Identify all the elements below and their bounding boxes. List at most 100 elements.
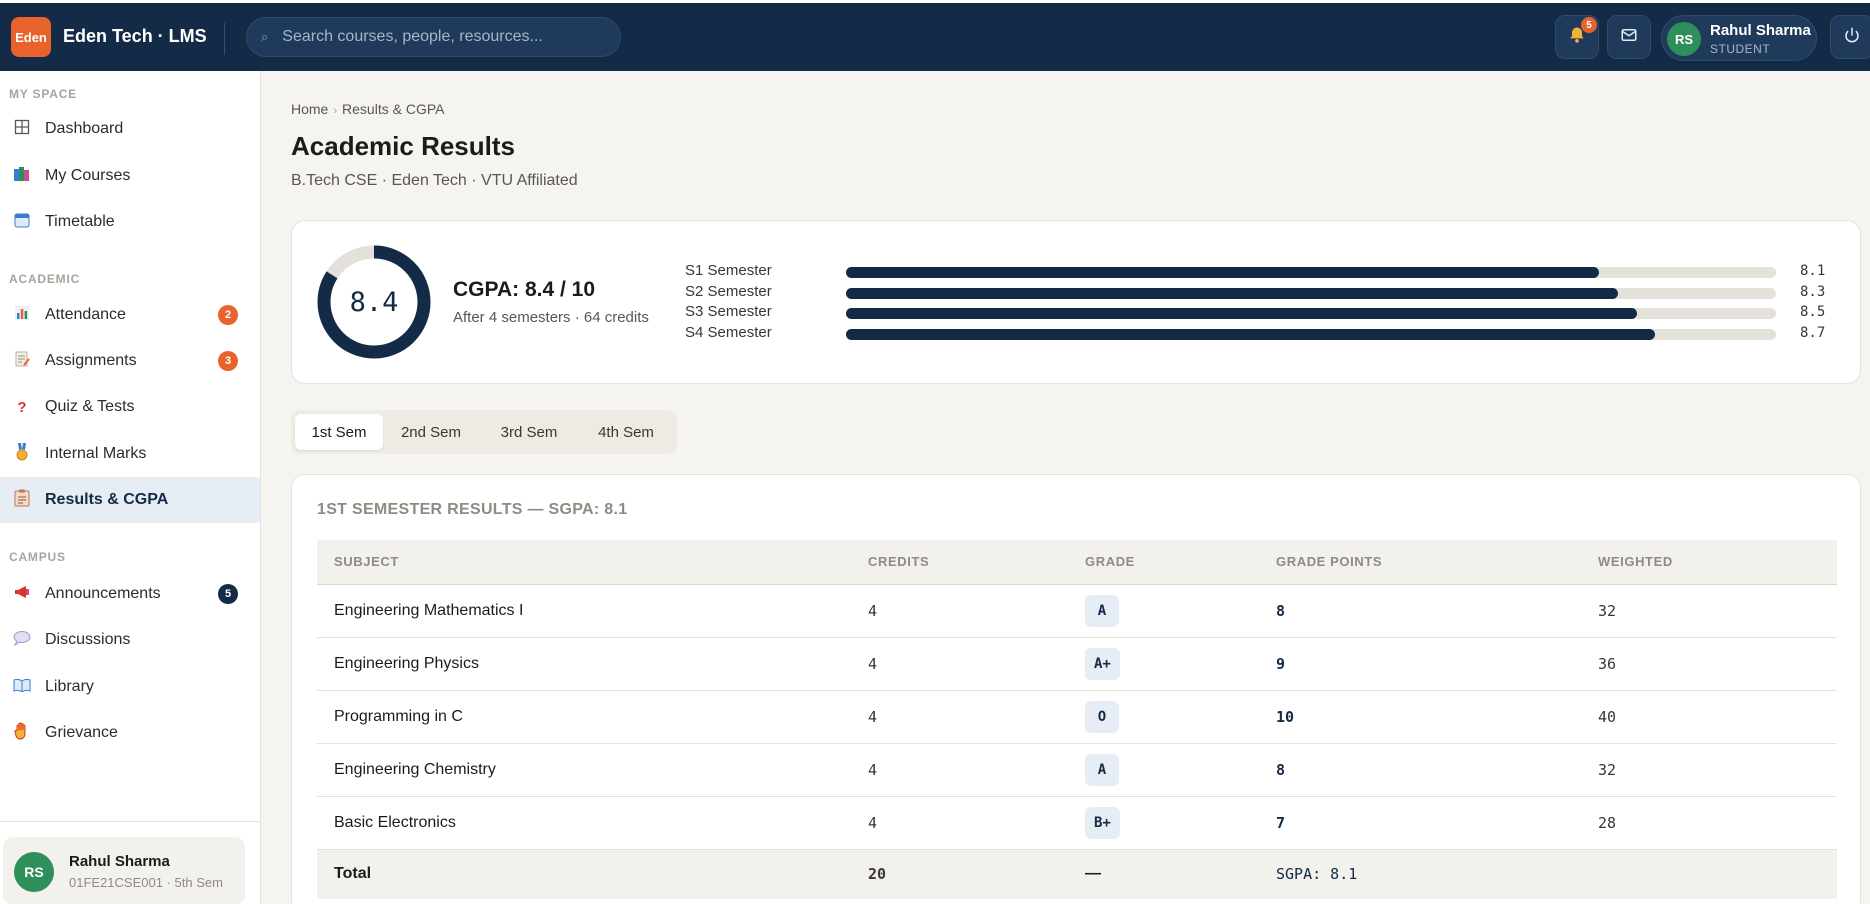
app-title: Eden Tech · LMS (63, 26, 207, 46)
credits-cell: 4 (868, 796, 1085, 850)
sidebar-item-quiz-tests[interactable]: ? Quiz & Tests (0, 384, 260, 430)
sidebar-item-discussions[interactable]: Discussions (0, 617, 260, 663)
sidebar-item-assignments[interactable]: Assignments 3 (0, 338, 260, 384)
credits-cell: 4 (868, 637, 1085, 691)
table-row: Engineering Physics 4 A+ 9 36 (317, 637, 1837, 691)
sidebar-item-label: Announcements (45, 585, 161, 602)
open-book-icon (12, 678, 32, 696)
grade-points-cell: 10 (1276, 690, 1598, 744)
sidebar-item-grievance[interactable]: Grievance (0, 710, 260, 756)
semester-progress-fill (846, 308, 1637, 319)
semester-value: 8.5 (1800, 304, 1826, 320)
speech-bubble-icon (12, 630, 32, 650)
column-header-credits: CREDITS (868, 540, 1085, 585)
avatar: RS (14, 852, 54, 892)
sidebar-item-dashboard[interactable]: Dashboard (0, 106, 260, 152)
cgpa-ring-value: 8.4 (349, 286, 399, 318)
weighted-cell: 28 (1598, 796, 1837, 850)
weighted-cell: 40 (1598, 690, 1837, 744)
medal-icon (12, 443, 32, 465)
grade-cell: A (1085, 584, 1276, 638)
breadcrumb-home[interactable]: Home (291, 101, 328, 117)
search-input[interactable] (282, 28, 583, 46)
grade-badge: A+ (1085, 647, 1120, 680)
total-weighted-cell (1598, 849, 1837, 899)
grade-points-cell: 8 (1276, 743, 1598, 797)
notification-count-badge: 5 (1581, 17, 1597, 33)
grade-badge: O (1085, 700, 1119, 733)
sidebar-item-results-cgpa[interactable]: Results & CGPA (0, 477, 260, 523)
notifications-button[interactable]: 5 (1555, 15, 1599, 59)
semester-label: S2 Semester (685, 283, 772, 300)
grade-badge: A (1085, 594, 1119, 627)
column-header-subject: SUBJECT (317, 540, 868, 585)
grade-cell: A (1085, 743, 1276, 797)
tab-2nd-sem[interactable]: 2nd Sem (387, 414, 475, 450)
credits-cell: 4 (868, 690, 1085, 744)
announcements-count-badge: 5 (218, 584, 238, 604)
results-table: SUBJECT CREDITS GRADE GRADE POINTS WEIGH… (317, 540, 1837, 899)
search-bar[interactable]: ⌕ (246, 17, 621, 57)
semester-label: S4 Semester (685, 324, 772, 341)
tab-4th-sem[interactable]: 4th Sem (581, 414, 671, 450)
megaphone-icon (12, 584, 32, 604)
grade-cell: B+ (1085, 796, 1276, 850)
sidebar-item-library[interactable]: Library (0, 664, 260, 710)
sidebar-item-announcements[interactable]: Announcements 5 (0, 571, 260, 617)
sidebar: MY SPACE Dashboard My Courses Timetable … (0, 71, 261, 904)
avatar: RS (1667, 22, 1701, 56)
subject-cell: Engineering Physics (317, 637, 868, 691)
sidebar-item-label: Dashboard (45, 120, 124, 137)
total-sgpa-cell: SGPA: 8.1 (1276, 849, 1598, 899)
semester-progress-track (846, 308, 1776, 319)
results-card: 1ST SEMESTER RESULTS — SGPA: 8.1 SUBJECT… (291, 474, 1861, 904)
sidebar-item-label: Library (45, 678, 94, 695)
column-header-grade-points: GRADE POINTS (1276, 540, 1598, 585)
page-title: Academic Results (291, 131, 515, 161)
sidebar-section-academic: ACADEMIC (9, 272, 81, 286)
profile-name: Rahul Sharma (69, 853, 170, 870)
breadcrumb: Home › Results & CGPA (291, 101, 444, 117)
semester-progress-track (846, 329, 1776, 340)
sidebar-item-label: Assignments (45, 352, 137, 369)
credits-cell: 4 (868, 743, 1085, 797)
books-icon (12, 166, 32, 186)
semester-progress-track (846, 267, 1776, 278)
total-credits-cell: 20 (868, 849, 1085, 899)
messages-button[interactable] (1607, 15, 1651, 59)
semester-value: 8.3 (1800, 284, 1826, 300)
tab-3rd-sem[interactable]: 3rd Sem (485, 414, 573, 450)
semester-progress-fill (846, 288, 1618, 299)
subject-cell: Engineering Mathematics I (317, 584, 868, 638)
semester-progress-row: S1 Semester 8.1 (685, 262, 1835, 282)
profile-card[interactable]: RS Rahul Sharma 01FE21CSE001 · 5th Sem (3, 837, 245, 904)
assignments-count-badge: 3 (218, 351, 238, 371)
app-logo[interactable]: Eden (11, 17, 51, 57)
table-header-row: SUBJECT CREDITS GRADE GRADE POINTS WEIGH… (317, 540, 1837, 585)
credits-cell: 4 (868, 584, 1085, 638)
sidebar-item-my-courses[interactable]: My Courses (0, 153, 260, 199)
sidebar-item-label: Internal Marks (45, 445, 147, 462)
user-name: Rahul Sharma (1710, 22, 1811, 39)
sidebar-item-internal-marks[interactable]: Internal Marks (0, 431, 260, 477)
tab-1st-sem[interactable]: 1st Sem (295, 414, 383, 450)
bar-chart-icon (12, 305, 32, 325)
sidebar-item-timetable[interactable]: Timetable (0, 199, 260, 245)
clipboard-icon (12, 489, 32, 511)
logout-button[interactable] (1830, 15, 1870, 59)
sidebar-section-campus: CAMPUS (9, 550, 66, 564)
sidebar-item-attendance[interactable]: Attendance 2 (0, 292, 260, 338)
sidebar-section-my-space: MY SPACE (9, 87, 77, 101)
grid-icon (12, 119, 32, 139)
grade-cell: A+ (1085, 637, 1276, 691)
user-menu[interactable]: RS Rahul Sharma STUDENT (1661, 15, 1817, 61)
column-header-grade: GRADE (1085, 540, 1276, 585)
grade-points-cell: 9 (1276, 637, 1598, 691)
divider (224, 23, 225, 55)
sidebar-item-label: Results & CGPA (45, 491, 169, 508)
table-row: Programming in C 4 O 10 40 (317, 690, 1837, 744)
question-icon: ? (17, 398, 27, 416)
table-row: Engineering Chemistry 4 A 8 32 (317, 743, 1837, 797)
chevron-right-icon: › (333, 105, 338, 117)
cgpa-title: CGPA: 8.4 / 10 (453, 278, 595, 301)
